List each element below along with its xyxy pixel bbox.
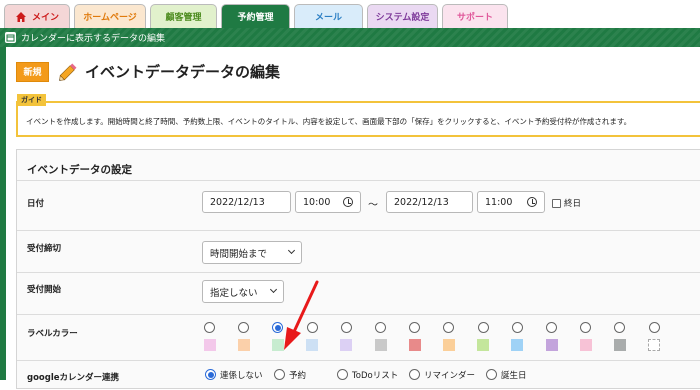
tab-customer[interactable]: 顧客管理 [150,4,217,28]
label-color-swatch [374,339,387,351]
label-color-swatch [442,339,455,351]
tab-label: サポート [456,13,493,23]
range-separator: 〜 [368,200,378,211]
clock-icon[interactable] [527,197,537,207]
label-color-radio[interactable] [340,322,352,333]
all-day-checkbox[interactable] [552,199,561,208]
label-color-swatch [477,339,490,351]
page-title: イベントデータデータの編集 [85,63,281,81]
google-sync-radio[interactable] [409,369,420,380]
reception-start-row: 受付開始 指定しない [17,272,700,314]
home-icon [15,11,26,22]
new-badge: 新規 [16,61,49,82]
label-color-radio[interactable] [477,322,489,333]
settings-panel: イベントデータの設定 日付 2022/12/13 10:00 〜 2022/12… [16,149,700,389]
deadline-label: 受付締切 [27,244,62,254]
tab-label: ホームページ [83,13,137,23]
deadline-row: 受付締切 時間開始まで [17,230,700,272]
tab-mail[interactable]: メール [294,4,363,28]
label-color-radio[interactable] [614,322,626,333]
tab-label: 顧客管理 [165,13,202,23]
tab-label: 予約管理 [237,13,274,23]
chevron-down-icon [287,246,296,255]
google-sync-radio[interactable] [274,369,285,380]
label-color-radio[interactable] [204,322,215,333]
label-color-radio[interactable] [409,322,421,333]
google-sync-label: googleカレンダー連携 [27,373,120,383]
label-color-radio[interactable] [546,322,557,333]
guide-box: ガイド イベントを作成します。開始時間と終了時間、予約数上限、イベントのタイトル… [16,94,700,137]
all-day-label: 終日 [564,199,582,209]
label-color-radio[interactable] [580,322,592,333]
google-sync-option-label: 予約 [289,371,307,381]
label-color-swatch [306,339,319,351]
google-sync-row: googleカレンダー連携 連係しない 予約 ToDoリスト リマインダー 誕生日 [17,360,700,390]
end-date-input[interactable]: 2022/12/13 [386,191,473,213]
main-content: 新規 イベントデータデータの編集 ガイド イベントを作成します。開始時間と終了時… [0,47,700,389]
google-sync-option-label: 連係しない [220,371,263,381]
label-color-swatch [237,339,250,351]
label-color-swatch [579,339,592,351]
label-color-swatch [511,339,524,351]
label-color-swatch [613,339,626,351]
end-time-value: 11:00 [485,196,513,208]
label-color-swatch [545,339,558,351]
calendar-icon [5,32,16,43]
guide-tag: ガイド [17,94,46,106]
chevron-down-icon [269,285,278,294]
google-sync-option-label: ToDoリスト [352,371,399,381]
tab-reservation[interactable]: 予約管理 [221,4,290,28]
clock-icon[interactable] [343,197,353,207]
start-time-input[interactable]: 10:00 [295,191,361,213]
google-sync-radio[interactable] [205,369,216,380]
start-date-value: 2022/12/13 [210,196,265,208]
label-color-radio[interactable] [238,322,250,333]
label-color-swatch [408,339,421,351]
tab-system-settings[interactable]: システム設定 [367,4,438,28]
label-color-radio[interactable] [375,322,386,333]
main-nav-tabs: メイン ホームページ 顧客管理 予約管理 メール システム設定 サポート [0,0,700,28]
start-date-input[interactable]: 2022/12/13 [202,191,291,213]
label-color-swatch [203,339,216,351]
label-color-swatch [340,339,353,351]
window-title-bar: カレンダーに表示するデータの編集 [0,28,700,47]
label-color-radio[interactable] [511,322,523,333]
tab-label: メイン [31,13,59,23]
label-color-swatch [271,339,284,351]
tab-label: メール [314,13,342,23]
tab-main[interactable]: メイン [4,4,70,28]
label-color-swatch [648,339,661,351]
guide-text: イベントを作成します。開始時間と終了時間、予約数上限、イベントのタイトル、内容を… [26,117,632,126]
end-date-value: 2022/12/13 [394,196,449,208]
page-header: 新規 イベントデータデータの編集 [16,61,280,82]
label-color-radio[interactable] [443,322,455,333]
section-title: イベントデータの設定 [27,164,132,176]
tab-label: システム設定 [375,13,430,23]
reception-start-select[interactable]: 指定しない [202,280,284,303]
google-sync-radio[interactable] [337,369,348,380]
label-color-radio[interactable] [306,322,318,333]
google-sync-option-label: 誕生日 [501,371,527,381]
date-label: 日付 [27,199,45,209]
label-color-label: ラベルカラー [27,329,78,339]
pencil-icon [59,63,77,81]
label-color-radio[interactable] [648,322,660,333]
label-color-row: ラベルカラー [17,314,700,360]
date-row: 日付 2022/12/13 10:00 〜 2022/12/13 11:00 終… [17,180,700,230]
reception-start-value: 指定しない [210,287,258,299]
tab-homepage[interactable]: ホームページ [74,4,146,28]
reception-start-label: 受付開始 [27,285,62,295]
google-sync-option-label: リマインダー [424,371,476,381]
end-time-input[interactable]: 11:00 [477,191,545,213]
deadline-select[interactable]: 時間開始まで [202,241,302,264]
google-sync-radio[interactable] [486,369,497,380]
start-time-value: 10:00 [303,196,331,208]
tab-support[interactable]: サポート [442,4,508,28]
window-title: カレンダーに表示するデータの編集 [21,34,166,44]
label-color-radio[interactable] [272,322,284,333]
deadline-value: 時間開始まで [210,248,268,260]
